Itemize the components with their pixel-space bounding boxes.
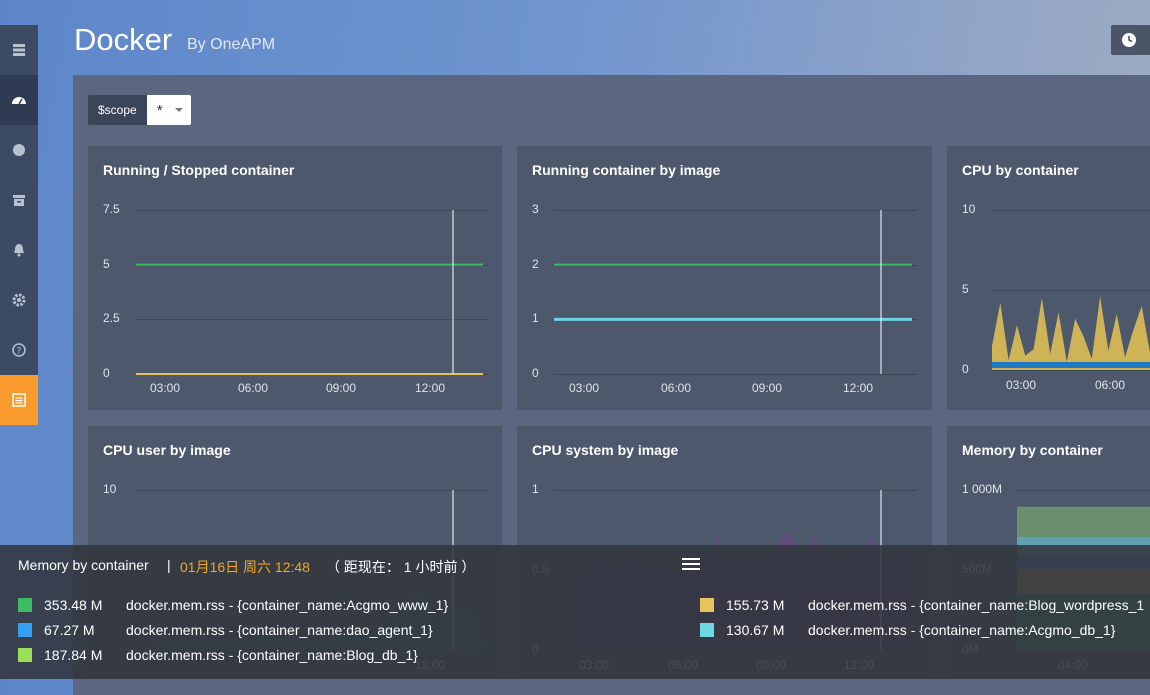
legend-item: 155.73 M docker.mem.rss - {container_name… <box>700 597 1144 613</box>
scope-label: $scope <box>88 95 147 125</box>
legend-item: 187.84 M docker.mem.rss - {container_name… <box>18 647 418 663</box>
legend-swatch <box>18 648 32 662</box>
legend-swatch <box>18 598 32 612</box>
sidebar-item-settings[interactable] <box>0 275 38 325</box>
legend-value: 187.84 M <box>44 647 103 663</box>
chart-plot <box>136 210 483 375</box>
legend-series-name: docker.mem.rss - {container_name:Acgmo_d… <box>808 622 1116 638</box>
legend-series-name: docker.mem.rss - {container_name:Blog_wo… <box>808 597 1145 613</box>
legend-value: 353.48 M <box>44 597 103 613</box>
caret-down-icon <box>174 108 183 112</box>
legend-series-name: docker.mem.rss - {container_name:dao_age… <box>126 622 433 638</box>
legend-swatch <box>700 598 714 612</box>
sidebar-item-archive[interactable] <box>0 175 38 225</box>
legend-value: 67.27 M <box>44 622 95 638</box>
scope-variable: $scope * <box>88 95 191 125</box>
page-title: Docker <box>74 22 173 57</box>
legend-series-name: docker.mem.rss - {container_name:Blog_db… <box>126 647 418 663</box>
stack-band <box>1017 506 1150 537</box>
series-tooltip: Memory by container | 01月16日 周六 12:48 （ … <box>0 545 1150 679</box>
bell-icon <box>14 244 24 257</box>
tooltip-date: 01月16日 周六 12:48 <box>180 559 310 575</box>
legend-value: 130.67 M <box>726 622 785 638</box>
list-icon <box>12 393 26 407</box>
sidebar-item-help[interactable]: ? <box>0 325 38 375</box>
legend-swatch <box>18 623 32 637</box>
page-subtitle: By OneAPM <box>187 36 276 53</box>
series-area <box>992 362 1150 368</box>
legend-swatch <box>700 623 714 637</box>
panel-running-by-image[interactable]: Running container by image 3 2 1 0 03:00 06:0… <box>517 146 932 410</box>
menu-icon[interactable] <box>682 555 700 573</box>
circle-icon <box>13 144 25 156</box>
scope-select[interactable]: * <box>146 95 191 125</box>
scope-value: * <box>156 101 163 119</box>
sidebar-item-servers[interactable] <box>0 25 38 75</box>
sidebar-item-dashboard[interactable] <box>0 75 38 125</box>
gear-icon <box>12 293 26 307</box>
chart-plot <box>992 296 1150 370</box>
sidebar-item-alerts[interactable] <box>0 225 38 275</box>
tooltip-separator: | <box>167 557 171 573</box>
series-area <box>992 296 1150 370</box>
panel-running-stopped[interactable]: Running / Stopped container 7.5 5 2.5 0 03:0… <box>88 146 502 410</box>
panel-cpu-by-container[interactable]: CPU by container 10 5 0 03:00 06:00 <box>947 146 1150 410</box>
server-icon <box>13 44 25 56</box>
tooltip-title: Memory by container <box>18 557 149 573</box>
legend-value: 155.73 M <box>726 597 785 613</box>
legend-series-name: docker.mem.rss - {container_name:Acgmo_w… <box>126 597 449 613</box>
help-icon: ? <box>12 343 26 357</box>
tooltip-relative-time: （ 距现在： 1 小时前 ） <box>326 559 476 575</box>
sidebar-item-status[interactable] <box>0 125 38 175</box>
sidebar-item-logs[interactable] <box>0 375 38 425</box>
legend-item: 67.27 M docker.mem.rss - {container_name:… <box>18 622 433 638</box>
chart-plot <box>554 210 912 374</box>
sidebar: ? <box>0 25 38 425</box>
legend-item: 353.48 M docker.mem.rss - {container_name… <box>18 597 448 613</box>
archive-icon <box>13 195 25 206</box>
legend-item: 130.67 M docker.mem.rss - {container_name… <box>700 622 1115 638</box>
clock-icon <box>1122 33 1136 47</box>
time-range-button[interactable] <box>1111 25 1150 55</box>
svg-text:?: ? <box>17 347 22 357</box>
dashboard-icon <box>12 97 26 105</box>
